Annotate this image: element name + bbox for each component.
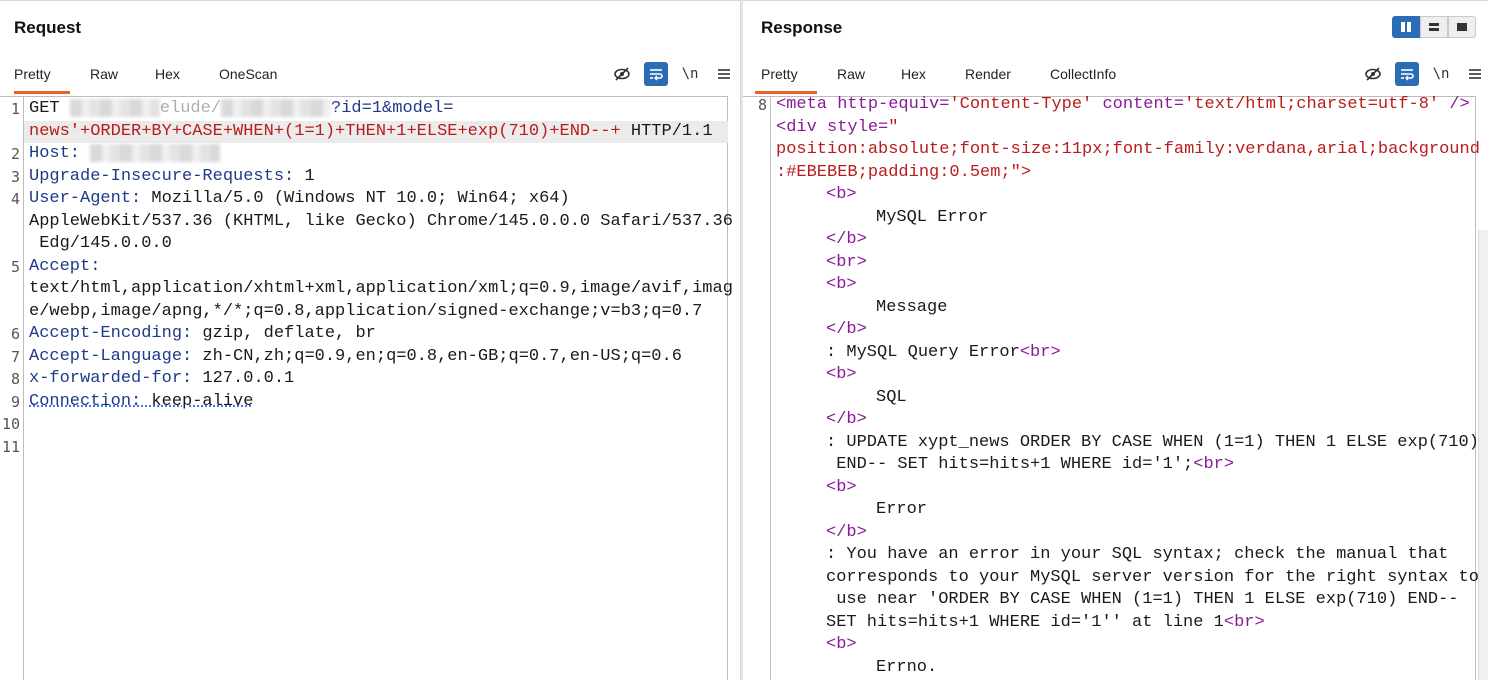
- response-line: <meta http-equiv='Content-Type' content=…: [776, 95, 1470, 114]
- line-number: 11: [1, 438, 20, 456]
- eye-slash-icon[interactable]: [610, 62, 634, 86]
- line-number: 1: [10, 100, 20, 118]
- line-number: 9: [10, 393, 20, 411]
- request-editor[interactable]: 1 2 3 4 5 6 7 8 9 10 11 GET elude/?id=1&…: [0, 96, 733, 680]
- response-line: <div style=": [776, 118, 899, 137]
- request-header-accept-cont: e/webp,image/apng,*/*;q=0.8,application/…: [29, 302, 703, 321]
- eye-slash-icon[interactable]: [1361, 62, 1385, 86]
- request-header-user-agent-cont: AppleWebKit/537.36 (KHTML, like Gecko) C…: [29, 212, 733, 231]
- request-header-host: Host:: [29, 143, 221, 166]
- response-code[interactable]: <meta http-equiv='Content-Type' content=…: [776, 95, 1480, 680]
- line-number: 8: [10, 370, 20, 388]
- hamburger-icon[interactable]: [1463, 62, 1487, 86]
- response-tabs: Pretty Raw Hex Render CollectInfo: [743, 60, 1140, 96]
- tab-pretty[interactable]: Pretty: [14, 60, 70, 94]
- line-number: 4: [10, 190, 20, 208]
- response-line: SET hits=hits+1 WHERE id='1'' at line 1<…: [826, 613, 1265, 632]
- line-number-gutter: 8: [743, 96, 771, 680]
- response-line: corresponds to your MySQL server version…: [826, 568, 1479, 587]
- response-line: END-- SET hits=hits+1 WHERE id='1';<br>: [826, 455, 1235, 474]
- response-line: position:absolute;font-size:11px;font-fa…: [776, 140, 1480, 159]
- tab-hex[interactable]: Hex: [901, 60, 946, 94]
- tab-collectinfo[interactable]: CollectInfo: [1050, 60, 1140, 94]
- response-line: SQL: [876, 388, 907, 407]
- redacted-host-value: [90, 143, 221, 162]
- response-line: <b>: [826, 185, 857, 204]
- line-number: 3: [10, 168, 20, 186]
- response-line: Errno.: [876, 658, 938, 677]
- response-scrollbar[interactable]: [1478, 230, 1488, 680]
- response-line: : UPDATE xypt_news ORDER BY CASE WHEN (1…: [826, 433, 1479, 452]
- request-header-user-agent: User-Agent: Mozilla/5.0 (Windows NT 10.0…: [29, 189, 570, 208]
- request-header-upgrade: Upgrade-Insecure-Requests: 1: [29, 167, 315, 186]
- line-number-gutter: 1 2 3 4 5 6 7 8 9 10 11: [0, 97, 24, 680]
- wrap-icon[interactable]: [644, 62, 668, 86]
- line-number: 6: [10, 325, 20, 343]
- line-number: 2: [10, 145, 20, 163]
- tab-hex[interactable]: Hex: [155, 60, 199, 94]
- request-header-accept-cont: text/html,application/xhtml+xml,applicat…: [29, 279, 733, 298]
- response-editor-toolbar: \n: [1351, 62, 1487, 86]
- request-header-accept: Accept:: [29, 257, 101, 276]
- tab-pretty[interactable]: Pretty: [755, 60, 817, 94]
- tab-onescan[interactable]: OneScan: [219, 60, 299, 94]
- response-line: : You have an error in your SQL syntax; …: [826, 545, 1449, 564]
- response-line: Message: [876, 298, 948, 317]
- request-header-connection: Connection: keep-alive: [29, 392, 254, 411]
- response-line: </b>: [826, 230, 867, 249]
- request-header-x-forwarded-for: x-forwarded-for: 127.0.0.1: [29, 369, 295, 388]
- response-editor[interactable]: 8 <meta http-equiv='Content-Type' conten…: [743, 95, 1480, 680]
- tab-render[interactable]: Render: [965, 60, 1031, 94]
- response-line: </b>: [826, 523, 867, 542]
- response-line: MySQL Error: [876, 208, 989, 227]
- response-line: :#EBEBEB;padding:0.5em;">: [776, 163, 1032, 182]
- response-line: </b>: [826, 320, 867, 339]
- line-number: 10: [1, 415, 20, 433]
- tab-raw[interactable]: Raw: [90, 60, 136, 94]
- request-editor-toolbar: \n: [600, 62, 736, 86]
- newline-toggle[interactable]: \n: [1429, 62, 1453, 86]
- response-line: <b>: [826, 635, 857, 654]
- line-number: 5: [10, 258, 20, 276]
- response-line: <b>: [826, 478, 857, 497]
- wrap-icon[interactable]: [1395, 62, 1419, 86]
- response-title: Response: [761, 18, 843, 37]
- line-number: 8: [757, 96, 767, 114]
- newline-toggle[interactable]: \n: [678, 62, 702, 86]
- layout-toggle: [1392, 16, 1476, 38]
- request-line-1: GET elude/?id=1&model=: [29, 98, 454, 118]
- hamburger-icon[interactable]: [712, 62, 736, 86]
- tab-raw[interactable]: Raw: [837, 60, 882, 94]
- request-header-user-agent-cont: Edg/145.0.0.0: [29, 234, 172, 253]
- redacted-host: [69, 98, 160, 117]
- response-line: Error: [876, 500, 928, 519]
- response-panel: Response Pretty Raw Hex Render CollectIn…: [743, 0, 1488, 680]
- response-line: <br>: [826, 253, 867, 272]
- redacted-path: [221, 98, 332, 117]
- request-panel: Request Pretty Raw Hex OneScan \n 1 2 3 …: [0, 0, 740, 680]
- line-number: 7: [10, 348, 20, 366]
- response-line: : MySQL Query Error<br>: [826, 343, 1061, 362]
- request-line-1-cont: news'+ORDER+BY+CASE+WHEN+(1=1)+THEN+1+EL…: [29, 122, 713, 141]
- response-line: <b>: [826, 275, 857, 294]
- split-rows-icon[interactable]: [1420, 16, 1448, 38]
- single-panel-icon[interactable]: [1448, 16, 1476, 38]
- split-columns-icon[interactable]: [1392, 16, 1420, 38]
- request-tabs: Pretty Raw Hex OneScan: [0, 60, 299, 96]
- request-header-accept-encoding: Accept-Encoding: gzip, deflate, br: [29, 324, 376, 343]
- request-code[interactable]: GET elude/?id=1&model= news'+ORDER+BY+CA…: [29, 97, 733, 680]
- request-header-accept-language: Accept-Language: zh-CN,zh;q=0.9,en;q=0.8…: [29, 347, 682, 366]
- response-line: use near 'ORDER BY CASE WHEN (1=1) THEN …: [826, 590, 1459, 609]
- request-title: Request: [14, 18, 82, 37]
- response-line: </b>: [826, 410, 867, 429]
- response-line: <b>: [826, 365, 857, 384]
